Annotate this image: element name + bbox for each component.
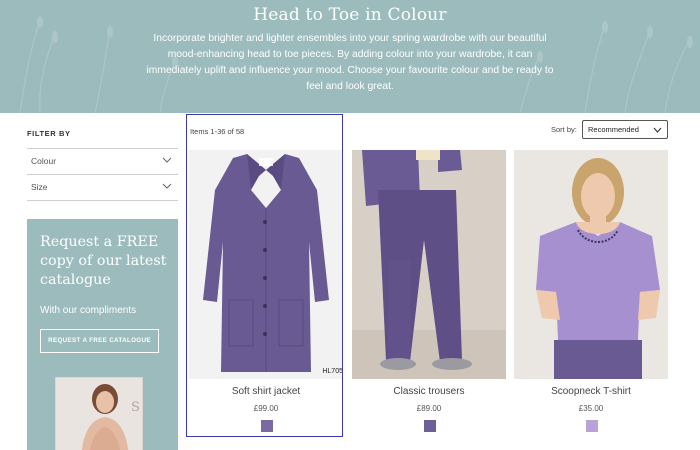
filter-size-label: Size <box>31 182 48 192</box>
product-price: £35.00 <box>578 404 604 413</box>
chevron-down-icon <box>653 127 662 133</box>
shirt-jacket-image <box>189 150 343 379</box>
filter-by-heading: FILTER BY <box>27 129 71 138</box>
product-price: £99.00 <box>253 404 279 413</box>
filter-colour-dropdown[interactable]: Colour <box>27 149 178 173</box>
colour-swatch[interactable] <box>261 420 273 432</box>
hero-title: Head to Toe in Colour <box>253 5 447 25</box>
filter-divider <box>27 200 178 201</box>
product-image[interactable] <box>352 150 506 379</box>
promo-title: Request a FREE copy of our latest catalo… <box>40 234 167 288</box>
catalogue-cover-image: S <box>55 377 143 450</box>
product-image[interactable] <box>514 150 668 379</box>
chevron-down-icon <box>162 157 172 163</box>
items-count: Items 1-36 of 58 <box>190 127 245 136</box>
svg-text:S: S <box>131 400 140 415</box>
catalogue-promo: Request a FREE copy of our latest catalo… <box>27 219 178 450</box>
colour-swatch[interactable] <box>586 420 598 432</box>
request-catalogue-button[interactable]: REQUEST A FREE CATALOGUE <box>40 329 159 353</box>
filter-colour-label: Colour <box>31 156 57 166</box>
product-name[interactable]: Soft shirt jacket <box>189 386 343 397</box>
sort-label: Sort by: <box>551 125 577 134</box>
product-image[interactable]: HL705 <box>189 150 343 379</box>
colour-swatch[interactable] <box>424 420 436 432</box>
product-sku: HL705 <box>322 368 343 375</box>
scoopneck-tshirt-image <box>514 150 668 379</box>
trousers-image <box>352 150 506 379</box>
filter-size-dropdown[interactable]: Size <box>27 175 178 199</box>
sort-selected-value: Recommended <box>588 125 639 134</box>
product-name[interactable]: Scoopneck T-shirt <box>514 386 668 397</box>
chevron-down-icon <box>162 183 172 189</box>
sort-select[interactable]: Recommended <box>582 120 668 139</box>
hero-description: Incorporate brighter and lighter ensembl… <box>146 33 554 92</box>
hero-banner: Head to Toe in Colour Incorporate bright… <box>0 0 700 113</box>
product-price: £89.00 <box>416 404 442 413</box>
promo-subtitle: With our compliments <box>40 305 137 316</box>
product-name[interactable]: Classic trousers <box>352 386 506 397</box>
